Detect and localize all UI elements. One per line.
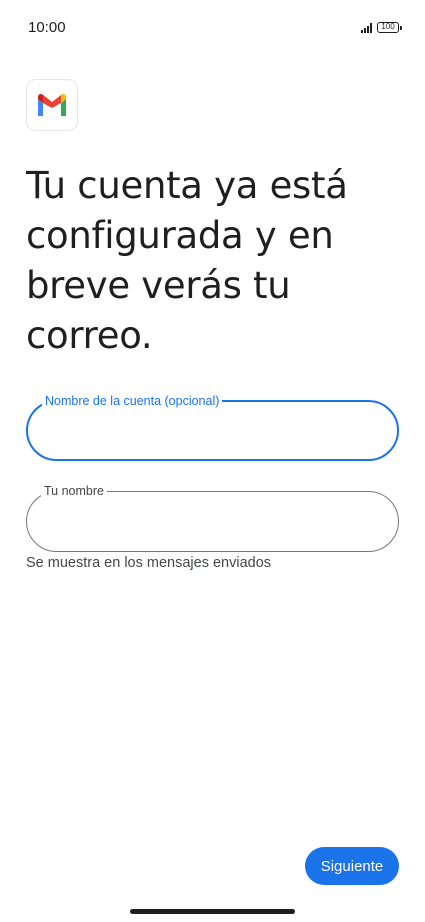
account-name-field[interactable]: Nombre de la cuenta (opcional)	[26, 393, 399, 461]
your-name-input[interactable]	[27, 492, 398, 551]
page-title: Tu cuenta ya está configurada y en breve…	[26, 164, 348, 357]
battery-icon: 100	[377, 22, 402, 33]
account-name-input[interactable]	[28, 402, 397, 459]
battery-level: 100	[381, 22, 395, 31]
signal-bars-icon	[361, 22, 372, 33]
status-time: 10:00	[28, 19, 66, 36]
your-name-label: Tu nombre	[41, 483, 107, 499]
next-button[interactable]: Siguiente	[305, 847, 399, 885]
status-bar: 10:00 100	[0, 0, 425, 56]
account-name-label: Nombre de la cuenta (opcional)	[42, 393, 223, 409]
your-name-field[interactable]: Tu nombre	[26, 483, 399, 552]
your-name-helper-text: Se muestra en los mensajes enviados	[26, 555, 272, 571]
home-indicator[interactable]	[130, 909, 295, 914]
status-icons: 100	[361, 22, 402, 33]
gmail-logo-icon	[26, 79, 78, 131]
